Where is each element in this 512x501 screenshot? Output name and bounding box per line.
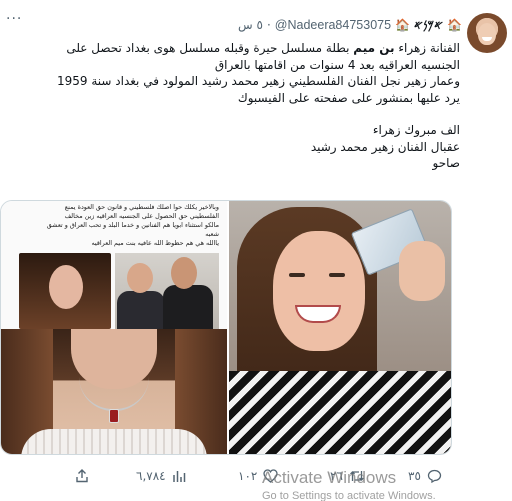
article-text: وبالاخير يكلك حوا اصلك فلسطيني و قانون ح… (46, 203, 219, 247)
tweet-line-5: الف مبروك زهراء (372, 123, 460, 137)
avatar[interactable] (467, 13, 507, 53)
reply-bubble-icon (427, 469, 442, 483)
house-emoji-icon: 🏠 (447, 18, 462, 32)
display-name[interactable]: 𐤀𐤌𐤍𐤀 (414, 18, 443, 33)
tweet-line-1: الفنانة زهراء بن ميم بطلة مسلسل حيرة وقب… (66, 41, 460, 55)
photo-two-men (115, 253, 219, 329)
views-count: ٦,٧٨٤ (136, 469, 166, 483)
avatar-face (478, 23, 496, 45)
share-icon (74, 468, 90, 484)
separator-dot: · (266, 18, 271, 32)
tweet-line-2: الجنسيه العراقيه بعد 4 سنوات من اقامتها … (214, 57, 460, 72)
views-button[interactable]: ٦,٧٨٤ (136, 466, 186, 486)
media-grid[interactable]: وبالاخير يكلك حوا اصلك فلسطيني و قانون ح… (0, 200, 452, 455)
more-options-icon[interactable]: ··· (6, 12, 28, 26)
photo-woman (19, 253, 111, 329)
mention: بن ميم (353, 41, 395, 55)
tweet-line-7: صاحو (432, 156, 460, 170)
replies-count: ٣٥ (408, 469, 421, 483)
tweet-actions: ٦,٧٨٤ ١٠٢ ٢٦ ٣٥ (0, 466, 470, 490)
media-image-necklace[interactable] (1, 329, 227, 454)
tweet-line-6: عقبال الفنان زهير محمد رشيد (310, 139, 460, 154)
tweet[interactable]: ··· 🏠 𐤀𐤌𐤍𐤀 🏠 @Nadeera84753075 · ٥ س الفن… (0, 0, 512, 501)
tweet-line-3: وعمار زهير نجل الفنان الفلسطيني زهير محم… (56, 74, 460, 88)
house-emoji-icon-2: 🏠 (395, 18, 411, 32)
likes-count: ١٠٢ (238, 469, 258, 483)
media-image-id-card[interactable] (229, 201, 451, 454)
reply-button[interactable]: ٣٥ (408, 466, 442, 486)
views-chart-icon (172, 469, 186, 483)
timestamp[interactable]: ٥ س (238, 18, 263, 32)
user-handle[interactable]: @Nadeera84753075 (275, 18, 391, 32)
media-image-collage[interactable]: وبالاخير يكلك حوا اصلك فلسطيني و قانون ح… (1, 201, 227, 329)
tweet-text: الفنانة زهراء بن ميم بطلة مسلسل حيرة وقب… (10, 40, 460, 172)
activate-windows-subtitle: Go to Settings to activate Windows. (262, 490, 436, 501)
iraq-map-pendant-icon (109, 409, 119, 423)
tweet-header: 🏠 𐤀𐤌𐤍𐤀 🏠 @Nadeera84753075 · ٥ س (238, 16, 462, 34)
activate-windows-watermark: Activate Windows (262, 468, 397, 487)
tweet-line-4: يرد عليها بمنشور على صفحته على الفيسبوك (237, 90, 460, 105)
share-button[interactable] (74, 466, 90, 486)
